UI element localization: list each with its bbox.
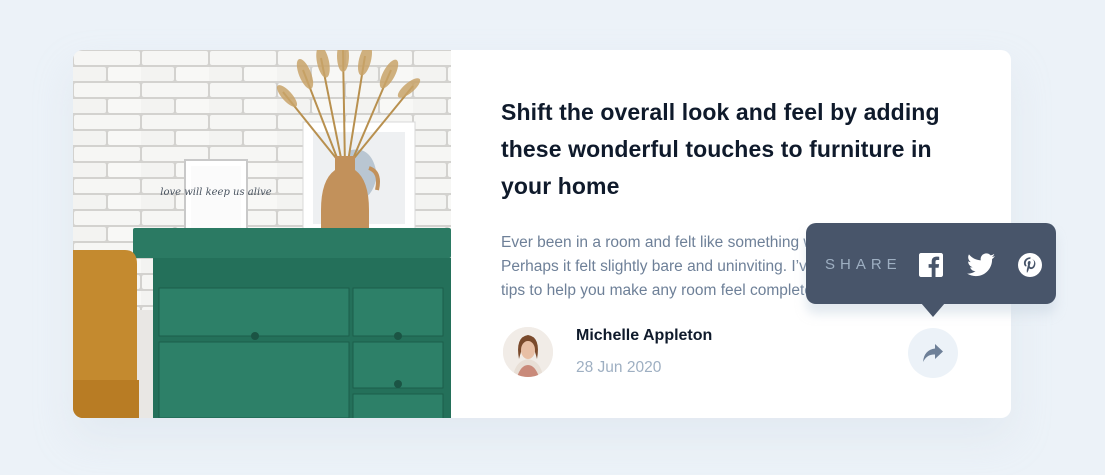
author-name: Michelle Appleton bbox=[576, 327, 713, 344]
share-button[interactable] bbox=[908, 328, 958, 378]
frame-text: love will keep us alive bbox=[160, 187, 272, 198]
share-popup: SHARE bbox=[806, 223, 1056, 317]
share-label: SHARE bbox=[825, 256, 902, 273]
popup-pointer bbox=[921, 303, 945, 317]
share-arrow-icon bbox=[923, 344, 943, 362]
article-title: Shift the overall look and feel by addin… bbox=[501, 99, 940, 199]
post-date: 28 Jun 2020 bbox=[576, 359, 662, 376]
twitter-icon[interactable] bbox=[967, 253, 995, 277]
avatar bbox=[503, 327, 553, 377]
pinterest-icon[interactable] bbox=[1018, 253, 1042, 277]
facebook-icon[interactable] bbox=[919, 253, 943, 277]
article-image: love will keep us alive bbox=[73, 50, 451, 418]
